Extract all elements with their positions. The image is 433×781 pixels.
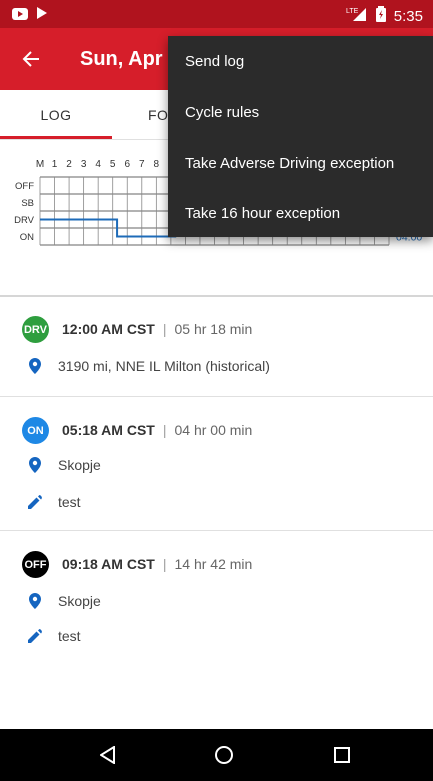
pencil-icon xyxy=(28,628,42,644)
row-label: DRV xyxy=(14,215,35,226)
hour-label: 8 xyxy=(154,159,160,170)
play-store-icon xyxy=(36,6,48,25)
status-bar: LTE 5:35 xyxy=(0,0,433,28)
location-pin-icon xyxy=(28,593,42,609)
status-time: 5:35 xyxy=(393,7,423,25)
entry-note: test xyxy=(58,494,81,510)
location-pin-icon xyxy=(28,358,42,374)
status-badge-drv: DRV xyxy=(22,316,49,343)
row-label: ON xyxy=(20,232,34,243)
pencil-icon xyxy=(28,494,42,510)
status-badge-off: OFF xyxy=(22,551,49,578)
triangle-back-icon xyxy=(100,746,115,764)
status-badge-on: ON xyxy=(22,417,49,444)
nav-home-button[interactable] xyxy=(209,741,239,769)
hour-label: M xyxy=(36,159,44,170)
entry-time: 09:18 AM CST xyxy=(62,556,155,572)
divider xyxy=(0,295,433,297)
entry-location: Skopje xyxy=(58,593,101,609)
location-pin-icon xyxy=(28,457,42,473)
hour-label: 4 xyxy=(95,159,101,170)
battery-icon xyxy=(375,6,386,26)
menu-item-cycle-rules[interactable]: Cycle rules xyxy=(168,87,433,137)
tab-indicator xyxy=(0,136,112,139)
youtube-icon xyxy=(12,7,28,25)
entry-note: test xyxy=(58,628,81,644)
back-button[interactable] xyxy=(16,44,46,74)
hour-label: 1 xyxy=(52,159,58,170)
navigation-bar xyxy=(0,729,433,781)
entry-time: 05:18 AM CST xyxy=(62,422,155,438)
divider xyxy=(0,396,433,397)
entry-time: 12:00 AM CST xyxy=(62,321,155,337)
menu-item-adverse-driving[interactable]: Take Adverse Driving exception xyxy=(168,138,433,188)
entry-duration: 04 hr 00 min xyxy=(174,422,253,438)
entry-location: Skopje xyxy=(58,457,101,473)
hour-label: 7 xyxy=(139,159,145,170)
divider xyxy=(0,530,433,531)
hour-label: 3 xyxy=(81,159,87,170)
entry-duration: 05 hr 18 min xyxy=(174,321,253,337)
menu-item-16-hour[interactable]: Take 16 hour exception xyxy=(168,188,433,238)
svg-text:LTE: LTE xyxy=(346,8,359,15)
page-title: Sun, Apr xyxy=(80,48,163,70)
arrow-left-icon xyxy=(22,51,39,67)
nav-back-button[interactable] xyxy=(93,741,123,769)
tab-log-label: LOG xyxy=(40,107,72,123)
menu-item-send-log[interactable]: Send log xyxy=(168,36,433,86)
overflow-menu: Send log Cycle rules Take Adverse Drivin… xyxy=(168,36,433,237)
nav-recents-button[interactable] xyxy=(327,741,357,769)
row-label: OFF xyxy=(15,181,34,192)
hour-label: 6 xyxy=(124,159,130,170)
row-label: SB xyxy=(21,198,34,209)
hour-label: 2 xyxy=(66,159,72,170)
square-recents-icon xyxy=(334,747,350,763)
entry-duration: 14 hr 42 min xyxy=(174,556,253,572)
entry-location: 3190 mi, NNE IL Milton (historical) xyxy=(58,358,270,374)
tab-log[interactable]: LOG xyxy=(0,90,112,140)
lte-signal-icon: LTE xyxy=(346,6,368,26)
hour-label: 5 xyxy=(110,159,116,170)
tab-form-label: FO xyxy=(148,107,169,123)
circle-home-icon xyxy=(215,746,233,764)
